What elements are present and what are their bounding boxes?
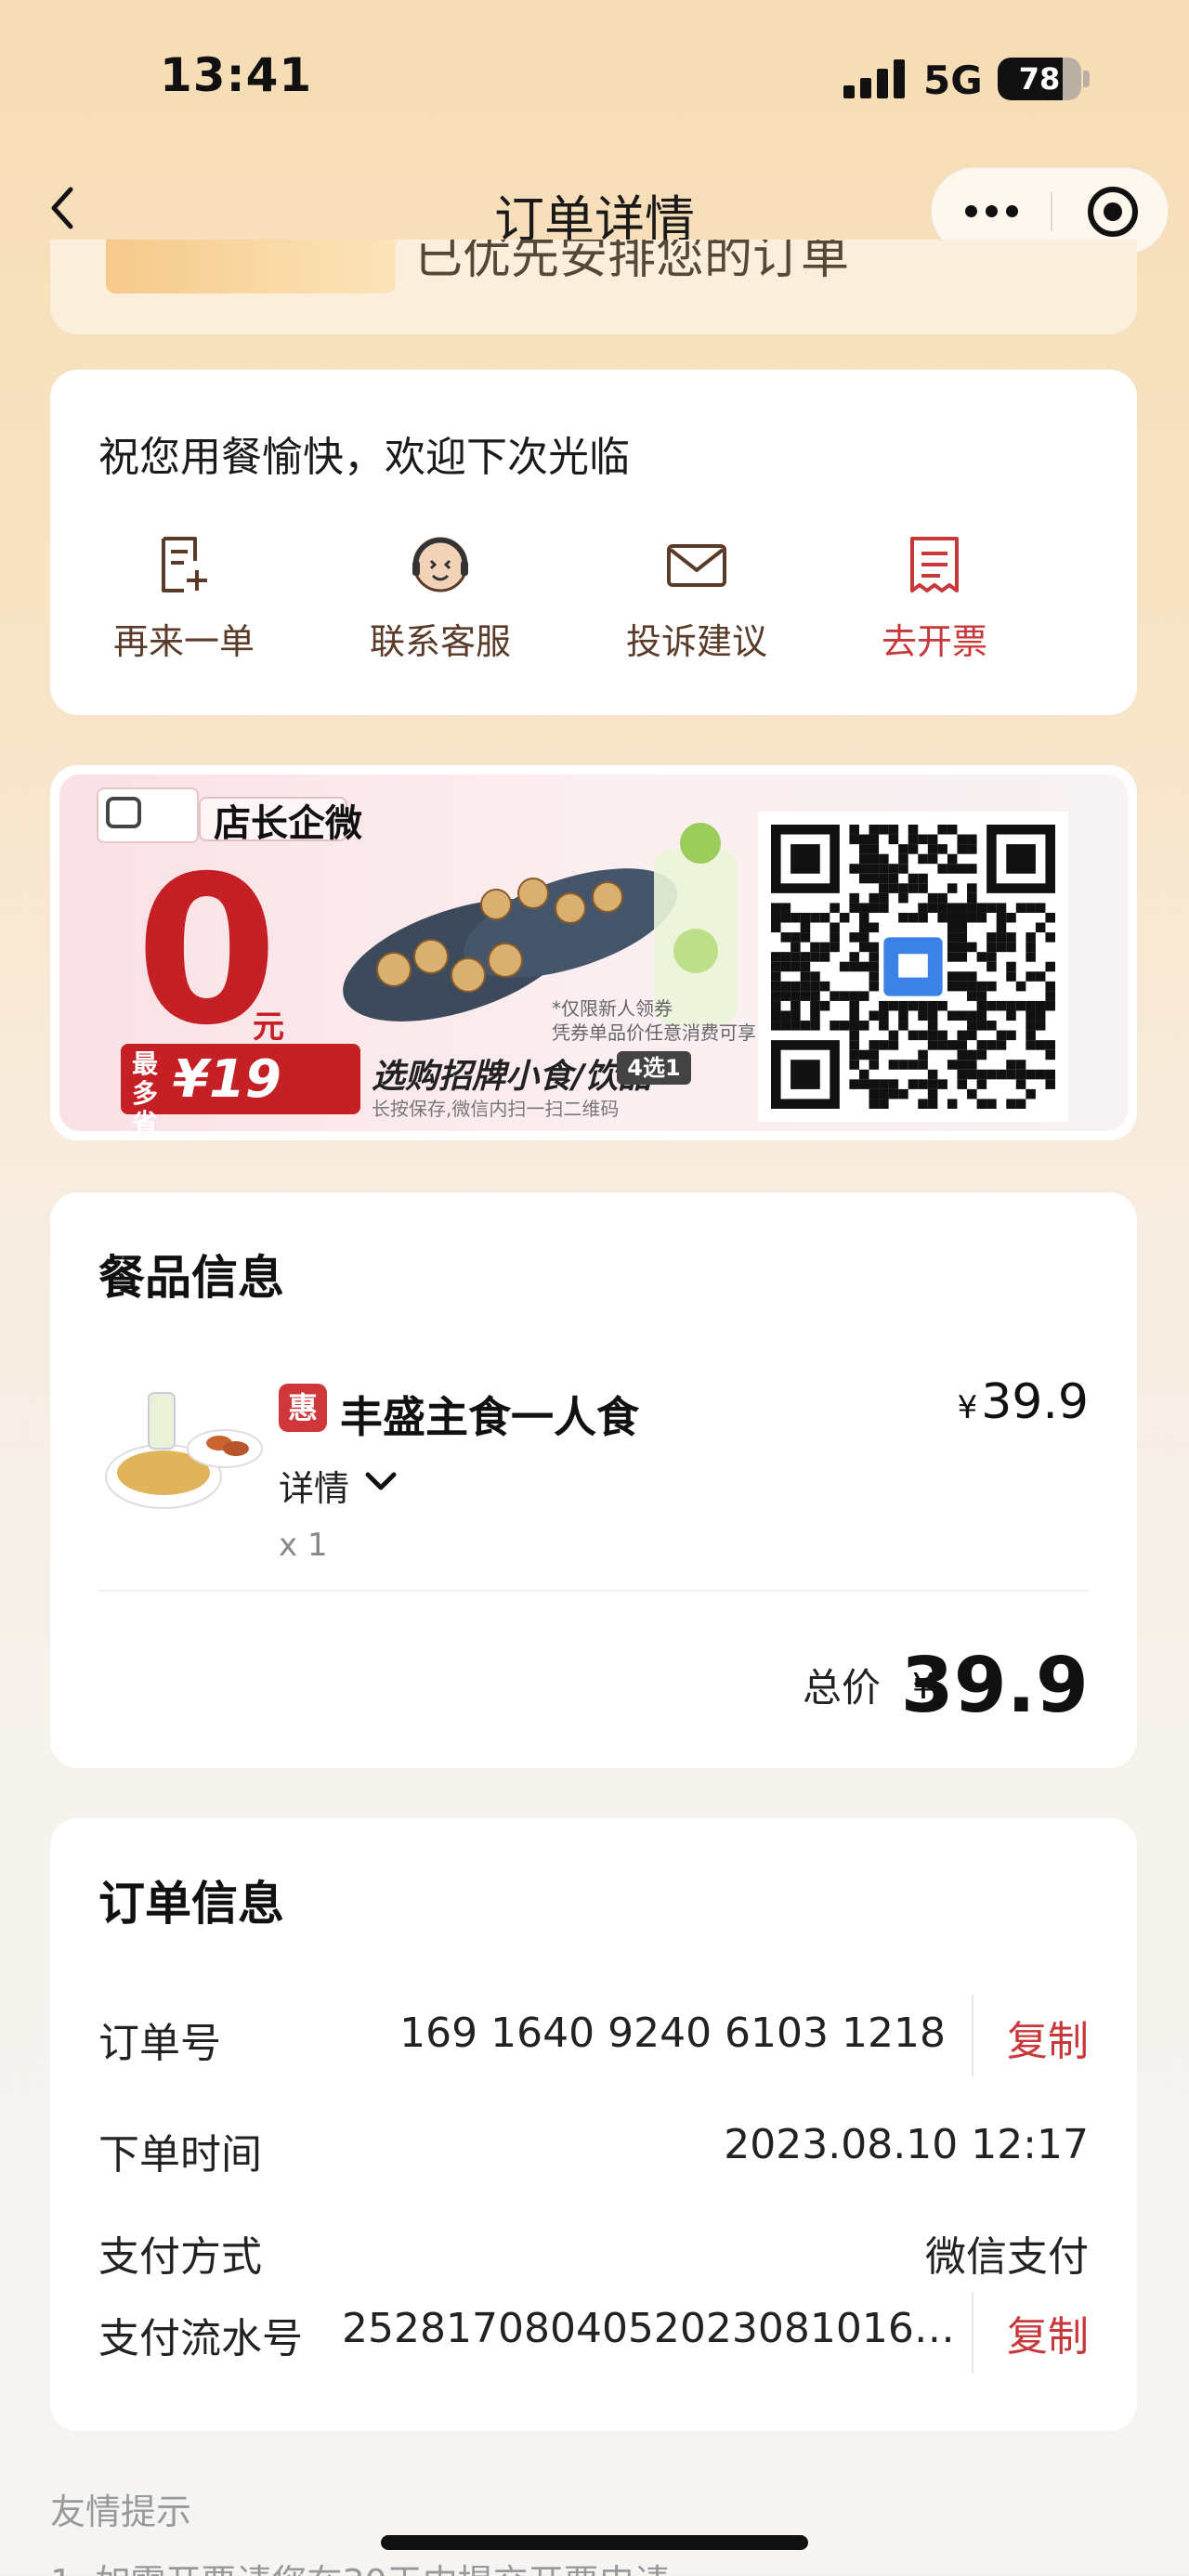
promo-choose-text: 选购招牌小食/饮品 bbox=[372, 1058, 652, 1096]
order-time-label: 下单时间 bbox=[98, 2131, 262, 2179]
product-info-card: 餐品信息 惠 丰盛主食一人食 ¥39.9 详情 x 1 总价 ¥ 39.9 bbox=[50, 1192, 1137, 1768]
promo-banner-inner: 店长企微 0 元 *仅限新人领券 凭券单品价任意消费可享 最多省 ¥19 选购招… bbox=[59, 774, 1128, 1131]
promo-banner[interactable]: 店长企微 0 元 *仅限新人领券 凭券单品价任意消费可享 最多省 ¥19 选购招… bbox=[50, 765, 1137, 1140]
promo-unit: 元 bbox=[253, 1008, 284, 1046]
total-label: 总价 bbox=[802, 1665, 881, 1711]
complaint-label: 投诉建议 bbox=[625, 621, 767, 662]
promo-save-amount: ¥19 bbox=[173, 1049, 281, 1110]
customer-service-button[interactable]: 联系客服 bbox=[347, 533, 533, 663]
payment-serial-label: 支付流水号 bbox=[98, 2315, 303, 2362]
qr-code-image bbox=[771, 825, 1055, 1109]
membership-badge bbox=[106, 240, 396, 293]
promo-save-prefix: 最多省 bbox=[132, 1048, 159, 1132]
action-row: 再来一单 联系客服 投诉建议 去开票 bbox=[50, 533, 1137, 663]
scrolled-banner-card: 已优先安排您的订单 bbox=[50, 240, 1137, 334]
order-number-label: 订单号 bbox=[98, 2020, 221, 2067]
promo-choose-tag: 4选1 bbox=[617, 1051, 691, 1085]
invoice-icon bbox=[910, 537, 959, 592]
signal-icon bbox=[843, 59, 905, 98]
reorder-label: 再来一单 bbox=[112, 621, 255, 662]
product-detail-toggle[interactable]: 详情 bbox=[279, 1460, 349, 1511]
product-name: 丰盛主食一人食 bbox=[340, 1392, 639, 1442]
copy-payment-serial-button[interactable]: 复制 bbox=[1007, 2303, 1089, 2362]
status-time: 13:41 bbox=[160, 48, 313, 102]
order-info-card: 订单信息 订单号 169 1640 9240 6103 1218 复制 下单时间… bbox=[50, 1818, 1137, 2431]
banner-text-cut: 已优先安排您的订单 bbox=[414, 240, 850, 285]
promo-save-badge: 最多省 ¥19 bbox=[121, 1044, 360, 1131]
battery-cap bbox=[1083, 71, 1090, 87]
order-time-value: 2023.08.10 12:17 bbox=[724, 2121, 1089, 2168]
more-button[interactable] bbox=[965, 200, 1021, 222]
payment-serial-divider bbox=[972, 2292, 973, 2374]
tips-title: 友情提示 bbox=[50, 2491, 192, 2532]
total-value: 39.9 bbox=[900, 1642, 1089, 1730]
currency-symbol: ¥ bbox=[957, 1389, 978, 1426]
copy-order-number-button[interactable]: 复制 bbox=[1007, 2008, 1089, 2067]
greeting-card: 祝您用餐愉快，欢迎下次光临 再来一单 联系客服 投诉建议 去开票 bbox=[50, 370, 1137, 715]
greeting-title: 祝您用餐愉快，欢迎下次光临 bbox=[98, 434, 630, 481]
promo-hint: 长按保存,微信内扫一扫二维码 bbox=[372, 1098, 620, 1120]
product-divider bbox=[98, 1590, 1089, 1592]
reorder-button[interactable]: 再来一单 bbox=[91, 533, 277, 663]
reorder-icon bbox=[162, 537, 207, 592]
payment-method-value: 微信支付 bbox=[925, 2233, 1089, 2281]
discount-badge: 惠 bbox=[279, 1384, 327, 1432]
payment-serial-value: 2528170804052023081016… bbox=[342, 2305, 955, 2352]
capsule-divider bbox=[1051, 192, 1052, 231]
product-quantity: x 1 bbox=[279, 1527, 328, 1564]
product-price-value: 39.9 bbox=[981, 1374, 1089, 1430]
invoice-label: 去开票 bbox=[881, 621, 987, 662]
order-number-value: 169 1640 9240 6103 1218 bbox=[399, 2010, 946, 2057]
payment-method-label: 支付方式 bbox=[98, 2233, 262, 2281]
promo-fine-print-2: 凭券单品价任意消费可享 bbox=[552, 1021, 756, 1044]
battery-level: 78 bbox=[1018, 61, 1061, 97]
order-section-title: 订单信息 bbox=[98, 1877, 284, 1931]
chevron-down-icon[interactable] bbox=[364, 1467, 398, 1495]
home-indicator[interactable] bbox=[381, 2535, 808, 2550]
mail-icon bbox=[667, 544, 726, 587]
promo-fine-print-1: *仅限新人领券 bbox=[552, 997, 673, 1020]
customer-service-label: 联系客服 bbox=[369, 621, 511, 662]
snack-food-image bbox=[343, 823, 738, 1025]
battery-icon: 78 bbox=[998, 58, 1081, 100]
product-price: ¥39.9 bbox=[958, 1374, 1089, 1430]
order-number-divider bbox=[972, 1995, 973, 2076]
more-icon bbox=[965, 205, 977, 217]
status-bar: 13:41 5G 78 bbox=[0, 0, 1189, 158]
customer-service-icon bbox=[412, 537, 468, 592]
network-type: 5G bbox=[923, 58, 983, 103]
product-image bbox=[105, 1392, 263, 1509]
close-miniprogram-button[interactable] bbox=[1088, 187, 1138, 237]
qr-code[interactable] bbox=[758, 812, 1068, 1122]
complaint-button[interactable]: 投诉建议 bbox=[604, 533, 790, 663]
product-section-title: 餐品信息 bbox=[98, 1251, 284, 1305]
tips-line-1: 1. 如需开票请您在30天内提交开票申请 bbox=[50, 2554, 670, 2576]
invoice-button[interactable]: 去开票 bbox=[842, 533, 1027, 663]
